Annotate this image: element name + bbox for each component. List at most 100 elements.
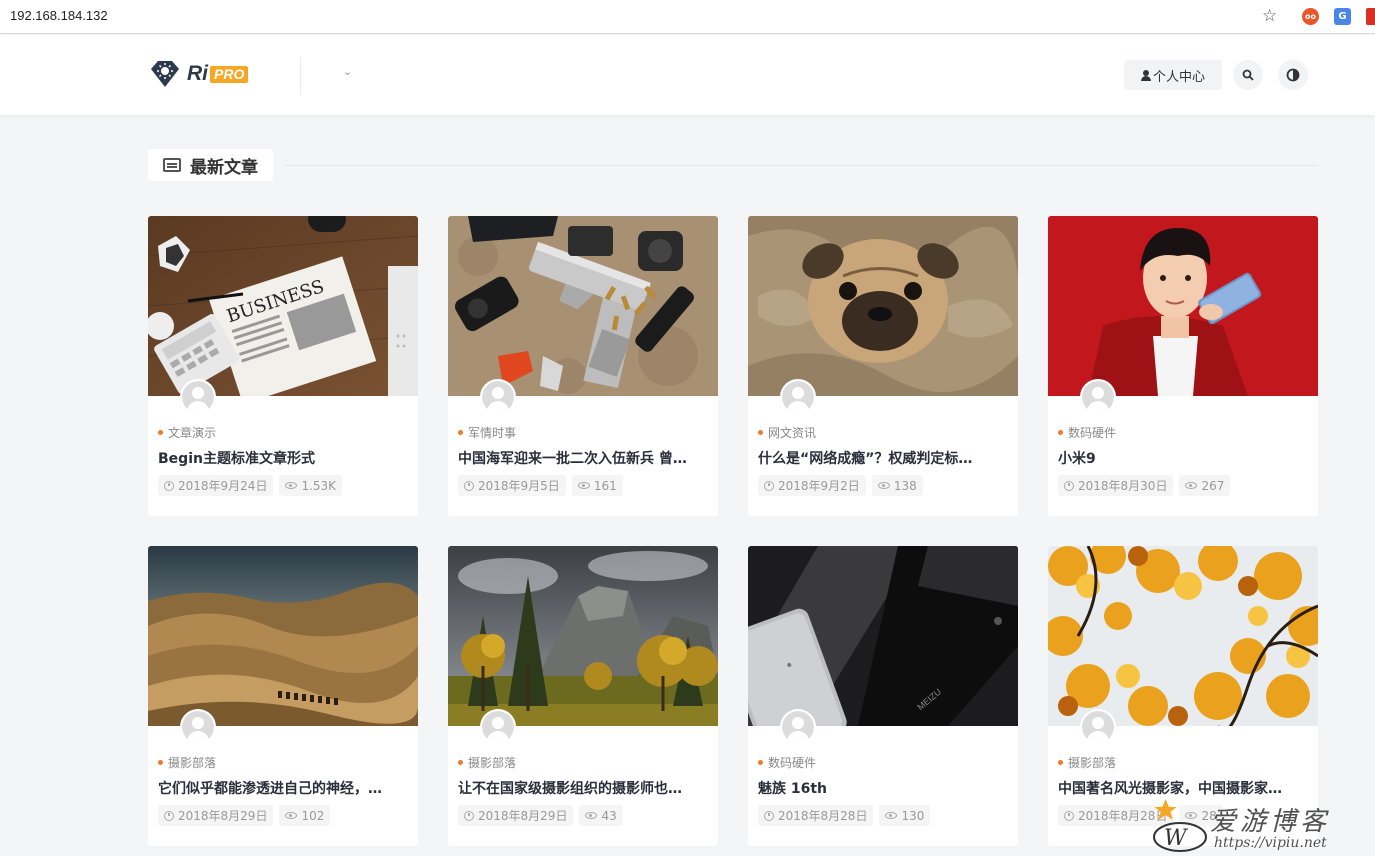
post-title[interactable]: 什么是“网络成瘾”？权威判定标… bbox=[758, 448, 1008, 468]
logo-icon bbox=[151, 61, 179, 87]
post-title[interactable]: Begin主题标准文章形式 bbox=[158, 448, 408, 468]
eye-icon bbox=[1185, 482, 1198, 489]
translate-icon[interactable]: G bbox=[1334, 8, 1351, 25]
clock-icon bbox=[764, 810, 774, 821]
section-title-text: 最新文章 bbox=[190, 157, 258, 178]
post-meta: 2018年9月5日 161 bbox=[458, 475, 629, 496]
post-thumbnail[interactable] bbox=[448, 216, 718, 396]
post-category[interactable]: 数码硬件 bbox=[758, 754, 816, 771]
svg-text:W: W bbox=[1164, 826, 1189, 851]
post-views: 102 bbox=[301, 808, 325, 823]
watermark-url: https://vipiu.net bbox=[1214, 835, 1327, 851]
post-category[interactable]: 摄影部落 bbox=[1058, 754, 1116, 771]
theme-toggle-icon bbox=[1286, 68, 1300, 82]
eye-icon bbox=[285, 482, 298, 489]
post-date: 2018年9月24日 bbox=[178, 479, 268, 493]
post-category[interactable]: 文章演示 bbox=[158, 424, 216, 441]
clock-icon bbox=[1064, 480, 1074, 491]
post-thumbnail[interactable] bbox=[1048, 216, 1318, 396]
post-card[interactable]: 数码硬件 小米9 2018年8月30日 267 bbox=[1048, 216, 1318, 516]
extension-icon[interactable]: oo bbox=[1302, 8, 1319, 25]
post-meta: 2018年8月30日 267 bbox=[1058, 475, 1236, 496]
post-meta: 2018年9月24日 1.53K bbox=[158, 475, 348, 496]
star-icon[interactable]: ☆ bbox=[1262, 6, 1277, 26]
post-views: 267 bbox=[1201, 478, 1225, 493]
post-date: 2018年8月28日 bbox=[778, 809, 868, 823]
post-card[interactable]: MEIZU 数码硬件 魅族 16th 2018年8月28日 130 bbox=[748, 546, 1018, 846]
avatar-icon[interactable] bbox=[780, 709, 816, 745]
post-category[interactable]: 网文资讯 bbox=[758, 424, 816, 441]
watermark-logo: W bbox=[1153, 799, 1207, 852]
clock-icon bbox=[164, 810, 174, 821]
post-thumbnail[interactable]: MEIZU bbox=[748, 546, 1018, 726]
article-list-icon bbox=[163, 158, 181, 172]
post-meta: 2018年8月29日 102 bbox=[158, 805, 336, 826]
section-title: 最新文章 bbox=[148, 149, 273, 181]
post-date: 2018年8月30日 bbox=[1078, 479, 1168, 493]
site-logo[interactable]: Ri PRO bbox=[148, 59, 249, 89]
post-thumbnail[interactable] bbox=[448, 546, 718, 726]
avatar-icon[interactable] bbox=[1080, 709, 1116, 745]
eye-icon bbox=[585, 812, 598, 819]
clock-icon bbox=[764, 480, 774, 491]
post-views: 43 bbox=[601, 808, 617, 823]
post-category[interactable]: 摄影部落 bbox=[158, 754, 216, 771]
user-icon bbox=[1140, 69, 1151, 81]
post-thumbnail[interactable] bbox=[1048, 546, 1318, 726]
avatar-icon[interactable] bbox=[180, 379, 216, 415]
url-text[interactable]: 192.168.184.132 bbox=[10, 8, 108, 23]
user-center-button[interactable]: 个人中心 bbox=[1124, 60, 1222, 90]
clock-icon bbox=[464, 480, 474, 491]
post-title[interactable]: 它们似乎都能渗透进自己的神经，… bbox=[158, 778, 408, 798]
avatar-icon[interactable] bbox=[1080, 379, 1116, 415]
chevron-down-icon[interactable]: ⌄ bbox=[343, 65, 352, 78]
avatar-icon[interactable] bbox=[480, 379, 516, 415]
post-views: 1.53K bbox=[301, 478, 337, 493]
theme-toggle-button[interactable] bbox=[1278, 60, 1308, 90]
post-meta: 2018年8月29日 43 bbox=[458, 805, 629, 826]
logo-badge: PRO bbox=[210, 65, 249, 83]
post-category[interactable]: 军情时事 bbox=[458, 424, 516, 441]
watermark: W 爱游博客 https://vipiu.net bbox=[1150, 795, 1375, 856]
site-header: Ri PRO ⌄ 个人中心 bbox=[0, 35, 1375, 115]
eye-icon bbox=[877, 482, 890, 489]
clock-icon bbox=[1064, 810, 1074, 821]
post-title[interactable]: 小米9 bbox=[1058, 448, 1308, 468]
post-category[interactable]: 数码硬件 bbox=[1058, 424, 1116, 441]
user-center-label: 个人中心 bbox=[1152, 69, 1205, 85]
eye-icon bbox=[577, 482, 590, 489]
post-category[interactable]: 摄影部落 bbox=[458, 754, 516, 771]
browser-address-bar[interactable]: 192.168.184.132 ☆ oo G bbox=[0, 0, 1375, 34]
header-divider bbox=[300, 57, 301, 95]
search-button[interactable] bbox=[1233, 60, 1263, 90]
eye-icon bbox=[885, 812, 898, 819]
post-card[interactable]: BUSINESS 文章演示 Begin主题标准文章形式 2018年9月24日 1… bbox=[148, 216, 418, 516]
search-icon bbox=[1242, 69, 1254, 81]
post-card[interactable]: 摄影部落 让不在国家级摄影组织的摄影师也… 2018年8月29日 43 bbox=[448, 546, 718, 846]
post-views: 161 bbox=[593, 478, 617, 493]
post-thumbnail[interactable] bbox=[748, 216, 1018, 396]
post-meta: 2018年9月2日 138 bbox=[758, 475, 929, 496]
post-thumbnail[interactable] bbox=[148, 546, 418, 726]
post-card[interactable]: 摄影部落 它们似乎都能渗透进自己的神经，… 2018年8月29日 102 bbox=[148, 546, 418, 846]
watermark-text: 爱游博客 bbox=[1210, 807, 1331, 837]
clock-icon bbox=[164, 480, 174, 491]
post-date: 2018年8月29日 bbox=[178, 809, 268, 823]
logo-text: Ri bbox=[187, 62, 208, 85]
post-meta: 2018年8月28日 130 bbox=[758, 805, 936, 826]
post-card[interactable]: 军情时事 中国海军迎来一批二次入伍新兵 曾… 2018年9月5日 161 bbox=[448, 216, 718, 516]
post-thumbnail[interactable]: BUSINESS bbox=[148, 216, 418, 396]
avatar-icon[interactable] bbox=[480, 709, 516, 745]
post-views: 130 bbox=[901, 808, 925, 823]
post-views: 138 bbox=[893, 478, 917, 493]
post-date: 2018年9月5日 bbox=[478, 479, 560, 493]
avatar-icon[interactable] bbox=[180, 709, 216, 745]
post-title[interactable]: 魅族 16th bbox=[758, 778, 1008, 798]
avatar-icon[interactable] bbox=[780, 379, 816, 415]
extension-icon[interactable] bbox=[1366, 8, 1375, 25]
post-card[interactable]: 网文资讯 什么是“网络成瘾”？权威判定标… 2018年9月2日 138 bbox=[748, 216, 1018, 516]
post-title[interactable]: 中国海军迎来一批二次入伍新兵 曾… bbox=[458, 448, 708, 468]
post-date: 2018年9月2日 bbox=[778, 479, 860, 493]
post-title[interactable]: 让不在国家级摄影组织的摄影师也… bbox=[458, 778, 708, 798]
section-divider bbox=[285, 165, 1318, 166]
